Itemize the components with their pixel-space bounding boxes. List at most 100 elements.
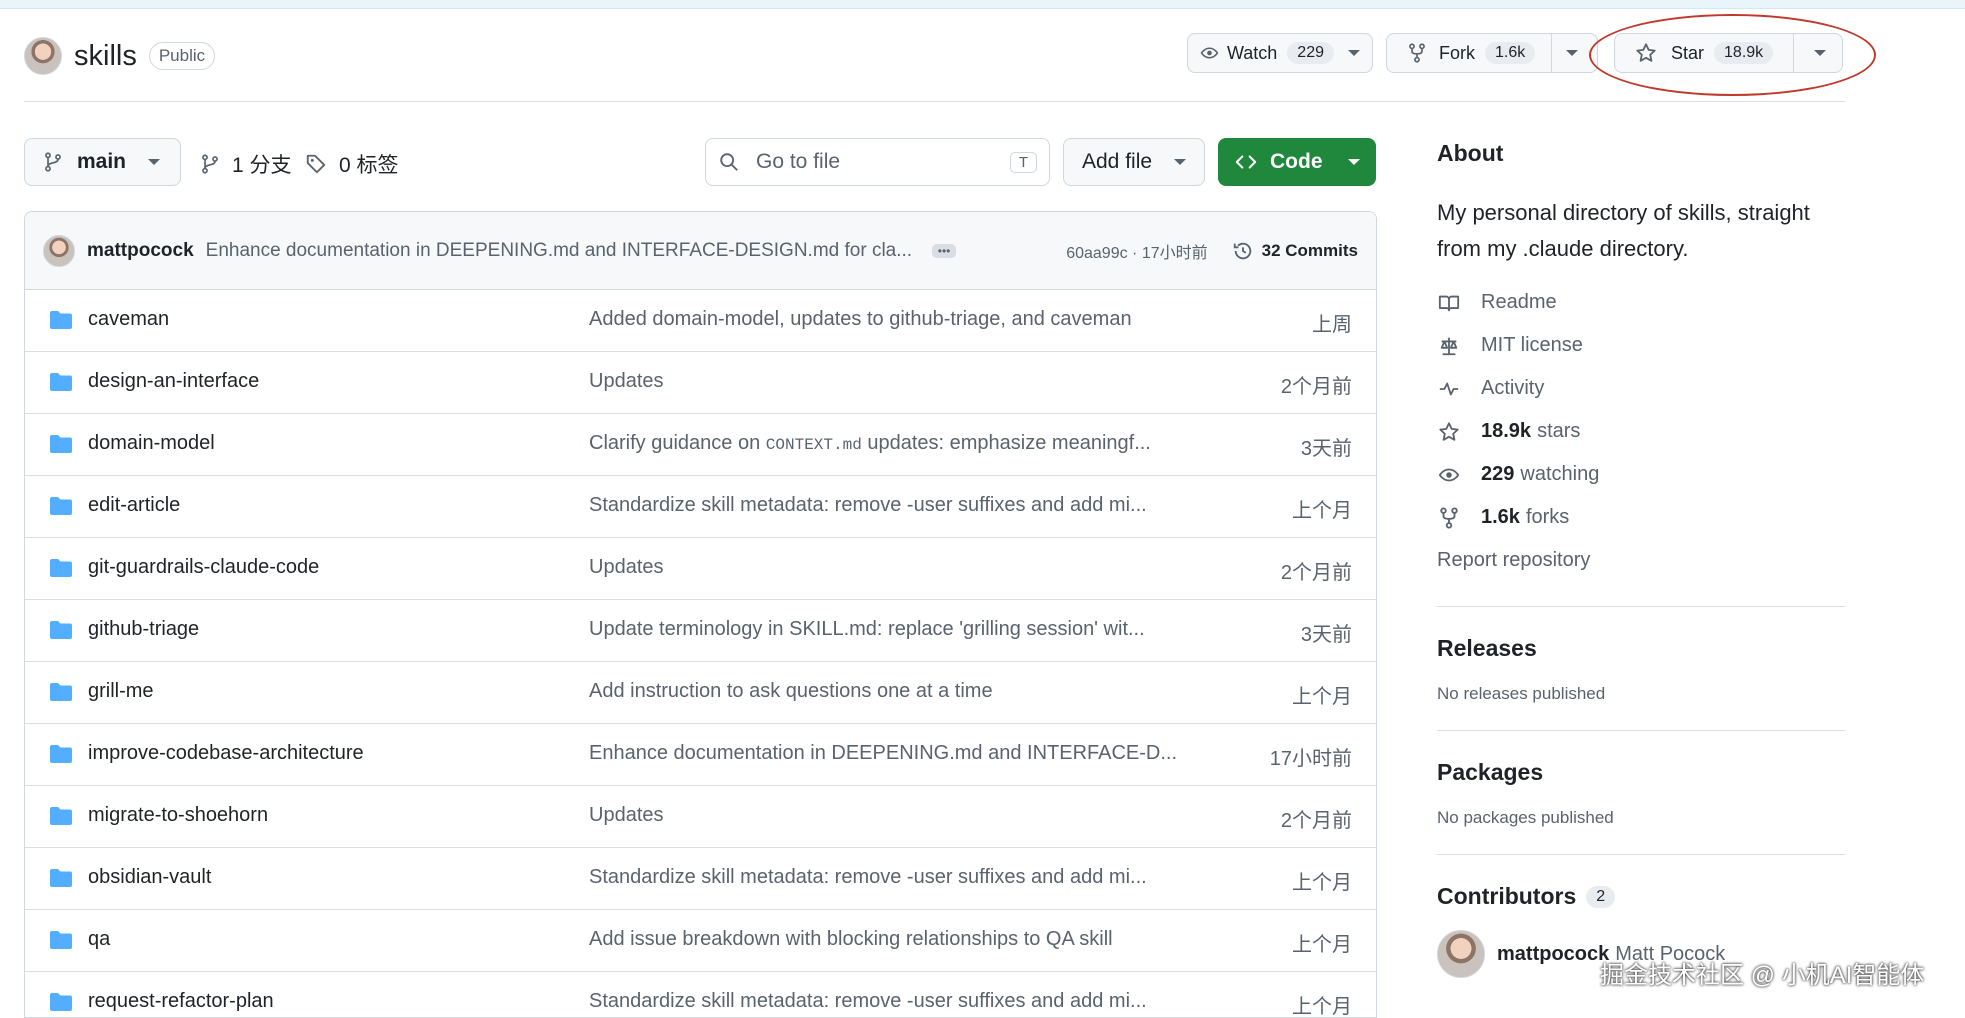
file-row[interactable]: migrate-to-shoehorn Updates 2个月前 xyxy=(25,786,1376,848)
go-to-file-placeholder: Go to file xyxy=(756,150,841,173)
file-commit-message[interactable]: Add instruction to ask questions one at … xyxy=(589,680,993,703)
file-name[interactable]: obsidian-vault xyxy=(88,866,211,889)
book-icon xyxy=(1438,295,1460,311)
file-age: 上周 xyxy=(1312,314,1352,336)
file-name[interactable]: grill-me xyxy=(88,680,154,703)
chevron-down-icon xyxy=(148,159,161,165)
file-age: 上个月 xyxy=(1292,872,1352,894)
folder-icon xyxy=(49,620,73,646)
file-commit-message[interactable]: Updates xyxy=(589,804,664,827)
file-name[interactable]: edit-article xyxy=(88,494,180,517)
packages-heading[interactable]: Packages xyxy=(1437,759,1845,786)
file-commit-message[interactable]: Standardize skill metadata: remove -user… xyxy=(589,494,1147,517)
file-row[interactable]: edit-article Standardize skill metadata: … xyxy=(25,476,1376,538)
divider xyxy=(1437,854,1845,855)
readme-label: Readme xyxy=(1481,291,1557,313)
file-commit-message[interactable]: Updates xyxy=(589,556,664,579)
add-file-button[interactable]: Add file xyxy=(1063,138,1205,186)
divider xyxy=(1437,730,1845,731)
commit-sha-time[interactable]: 60aa99c · 17小时前 xyxy=(1066,239,1207,263)
file-row[interactable]: caveman Added domain-model, updates to gi… xyxy=(25,290,1376,352)
watching-label: watching xyxy=(1520,463,1600,485)
code-icon xyxy=(1235,155,1257,169)
header-divider xyxy=(24,101,1845,102)
folder-icon xyxy=(49,992,73,1017)
commit-message[interactable]: Enhance documentation in DEEPENING.md an… xyxy=(206,240,912,262)
file-row[interactable]: design-an-interface Updates 2个月前 xyxy=(25,352,1376,414)
activity-link[interactable]: Activity xyxy=(1437,367,1845,410)
file-row[interactable]: github-triage Update terminology in SKILL… xyxy=(25,600,1376,662)
activity-label: Activity xyxy=(1481,377,1545,399)
file-name[interactable]: migrate-to-shoehorn xyxy=(88,804,268,827)
file-name[interactable]: domain-model xyxy=(88,432,215,455)
tags-link[interactable]: 0 标签 xyxy=(305,149,399,179)
star-icon xyxy=(1439,421,1459,441)
file-row[interactable]: domain-model Clarify guidance on CONTEXT.… xyxy=(25,414,1376,476)
file-row[interactable]: obsidian-vault Standardize skill metadata… xyxy=(25,848,1376,910)
divider xyxy=(1437,606,1845,607)
file-commit-message[interactable]: Standardize skill metadata: remove -user… xyxy=(589,866,1147,889)
file-commit-message[interactable]: Updates xyxy=(589,370,664,393)
tag-icon xyxy=(306,154,326,174)
commit-author-avatar[interactable] xyxy=(43,234,75,267)
file-name[interactable]: qa xyxy=(88,928,110,951)
watching-link[interactable]: 229 watching xyxy=(1437,453,1845,496)
owner-avatar[interactable] xyxy=(24,37,62,75)
file-row[interactable]: qa Add issue breakdown with blocking rela… xyxy=(25,910,1376,972)
commits-link[interactable]: 32 Commits xyxy=(1232,240,1358,262)
chevron-down-icon xyxy=(1348,159,1360,165)
contributor-avatar[interactable] xyxy=(1437,930,1485,978)
file-commit-message[interactable]: Update terminology in SKILL.md: replace … xyxy=(589,618,1145,641)
code-button[interactable]: Code xyxy=(1218,138,1376,186)
folder-icon xyxy=(49,434,73,460)
fork-button[interactable]: Fork 1.6k xyxy=(1386,33,1598,73)
ellipsis-icon[interactable]: ••• xyxy=(932,243,957,258)
file-name[interactable]: caveman xyxy=(88,308,169,331)
file-name[interactable]: github-triage xyxy=(88,618,199,641)
report-repository-link[interactable]: Report repository xyxy=(1437,539,1845,582)
shortcut-hint: T xyxy=(1009,151,1037,173)
branches-link[interactable]: 1 分支 xyxy=(200,149,292,179)
branch-selector[interactable]: main xyxy=(24,138,181,186)
folder-icon xyxy=(49,930,73,956)
readme-link[interactable]: Readme xyxy=(1437,281,1845,324)
file-name[interactable]: git-guardrails-claude-code xyxy=(88,556,319,579)
history-icon xyxy=(1233,242,1251,259)
file-name[interactable]: request-refactor-plan xyxy=(88,990,274,1013)
chevron-down-icon[interactable] xyxy=(1566,50,1579,56)
file-commit-message[interactable]: Standardize skill metadata: remove -user… xyxy=(589,990,1147,1013)
stars-count: 18.9k xyxy=(1481,420,1532,442)
about-heading: About xyxy=(1437,140,1504,166)
file-commit-message[interactable]: Clarify guidance on CONTEXT.md updates: … xyxy=(589,432,1151,455)
latest-commit-bar: mattpocock Enhance documentation in DEEP… xyxy=(25,212,1376,290)
license-link[interactable]: MIT license xyxy=(1437,324,1845,367)
forks-label: forks xyxy=(1525,506,1570,528)
forks-link[interactable]: 1.6k forks xyxy=(1437,496,1845,539)
watch-button[interactable]: Watch 229 xyxy=(1187,33,1373,73)
pulse-icon xyxy=(1439,382,1459,395)
eye-icon xyxy=(1200,47,1219,59)
file-row[interactable]: grill-me Add instruction to ask questions… xyxy=(25,662,1376,724)
releases-heading[interactable]: Releases xyxy=(1437,635,1845,662)
file-age: 17小时前 xyxy=(1269,748,1352,770)
contributors-heading[interactable]: Contributors xyxy=(1437,883,1576,910)
commit-author[interactable]: mattpocock xyxy=(87,240,194,262)
file-row[interactable]: git-guardrails-claude-code Updates 2个月前 xyxy=(25,538,1376,600)
file-name[interactable]: design-an-interface xyxy=(88,370,259,393)
forks-count: 1.6k xyxy=(1481,506,1520,528)
repo-name[interactable]: skills xyxy=(74,40,137,73)
go-to-file-input[interactable]: Go to file T xyxy=(705,138,1050,186)
file-row[interactable]: request-refactor-plan Standardize skill m… xyxy=(25,972,1376,1017)
folder-icon xyxy=(49,682,73,708)
file-row[interactable]: improve-codebase-architecture Enhance doc… xyxy=(25,724,1376,786)
file-commit-message[interactable]: Added domain-model, updates to github-tr… xyxy=(589,308,1132,331)
stars-link[interactable]: 18.9k stars xyxy=(1437,410,1845,453)
repo-description: My personal directory of skills, straigh… xyxy=(1437,200,1810,261)
file-commit-message[interactable]: Enhance documentation in DEEPENING.md an… xyxy=(589,742,1177,765)
file-commit-message[interactable]: Add issue breakdown with blocking relati… xyxy=(589,928,1113,951)
visibility-badge: Public xyxy=(148,42,216,70)
search-icon xyxy=(720,153,738,171)
file-age: 2个月前 xyxy=(1280,810,1352,832)
branch-name: main xyxy=(77,150,127,173)
file-name[interactable]: improve-codebase-architecture xyxy=(88,742,364,765)
